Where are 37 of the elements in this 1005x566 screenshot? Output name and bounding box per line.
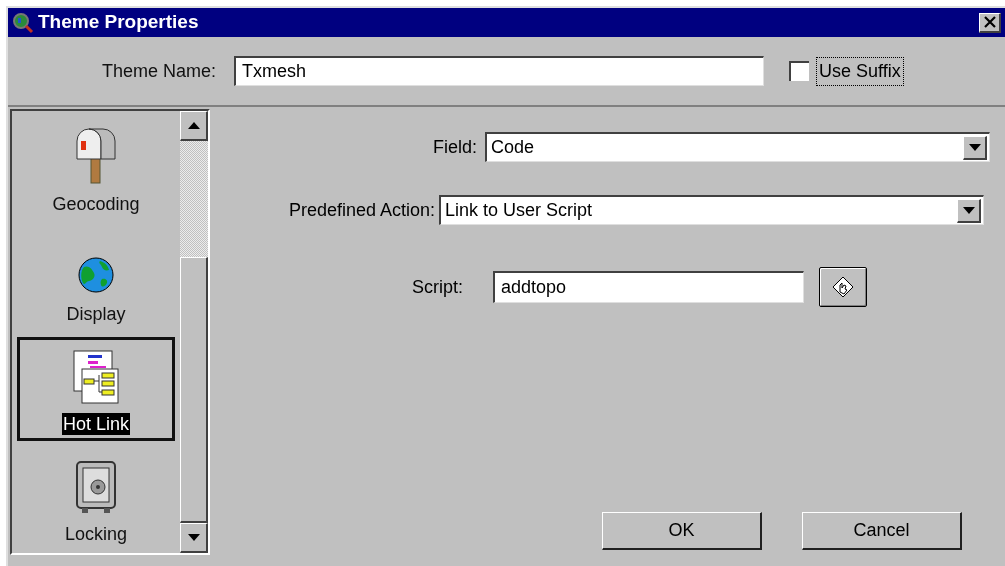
dropdown-value: Link to User Script: [444, 199, 594, 222]
checkbox[interactable]: [789, 61, 809, 81]
sidebar-item[interactable]: Geocoding: [17, 117, 175, 221]
predefined-action-dropdown[interactable]: Link to User Script: [439, 195, 984, 225]
document-diagram-icon: [72, 349, 120, 405]
dropdown-arrow-button[interactable]: [963, 135, 987, 160]
up-arrow-icon: [187, 122, 200, 129]
close-icon: [983, 16, 996, 28]
script-label: Script:: [411, 275, 463, 299]
hand-icon: [832, 276, 854, 298]
scroll-down-button[interactable]: [180, 523, 208, 553]
sidebar-item[interactable]: Hot Link: [17, 337, 175, 441]
dialog-button[interactable]: OK: [602, 512, 762, 550]
close-button[interactable]: [979, 12, 1001, 33]
script-picker-button[interactable]: [819, 267, 867, 307]
window-title: Theme Properties: [38, 10, 199, 35]
magnifier-globe-icon: [12, 11, 34, 34]
dialog-button[interactable]: Cancel: [802, 512, 962, 550]
dropdown-value: Code: [490, 136, 536, 159]
scroll-thumb[interactable]: [180, 257, 208, 523]
field-dropdown[interactable]: Code: [485, 132, 990, 162]
theme-name-label: Theme Name:: [100, 59, 216, 83]
theme-name-field[interactable]: Txmesh: [234, 56, 764, 86]
checkbox-label[interactable]: Use Suffix: [816, 56, 904, 86]
sidebar-item[interactable]: Locking: [17, 447, 175, 551]
mailbox-icon: [73, 125, 119, 185]
dropdown-arrow-button[interactable]: [957, 198, 981, 223]
field-label: Field:: [432, 135, 477, 159]
script-field[interactable]: addtopo: [493, 271, 804, 303]
predefined-action-label: Predefined Action:: [287, 198, 435, 222]
safe-icon: [74, 459, 118, 515]
scrollbar[interactable]: [180, 111, 208, 553]
down-arrow-icon: [962, 206, 975, 214]
globe-icon: [76, 255, 116, 295]
down-arrow-icon: [187, 534, 200, 541]
down-arrow-icon: [968, 143, 981, 151]
sidebar-item[interactable]: Display: [17, 227, 175, 331]
